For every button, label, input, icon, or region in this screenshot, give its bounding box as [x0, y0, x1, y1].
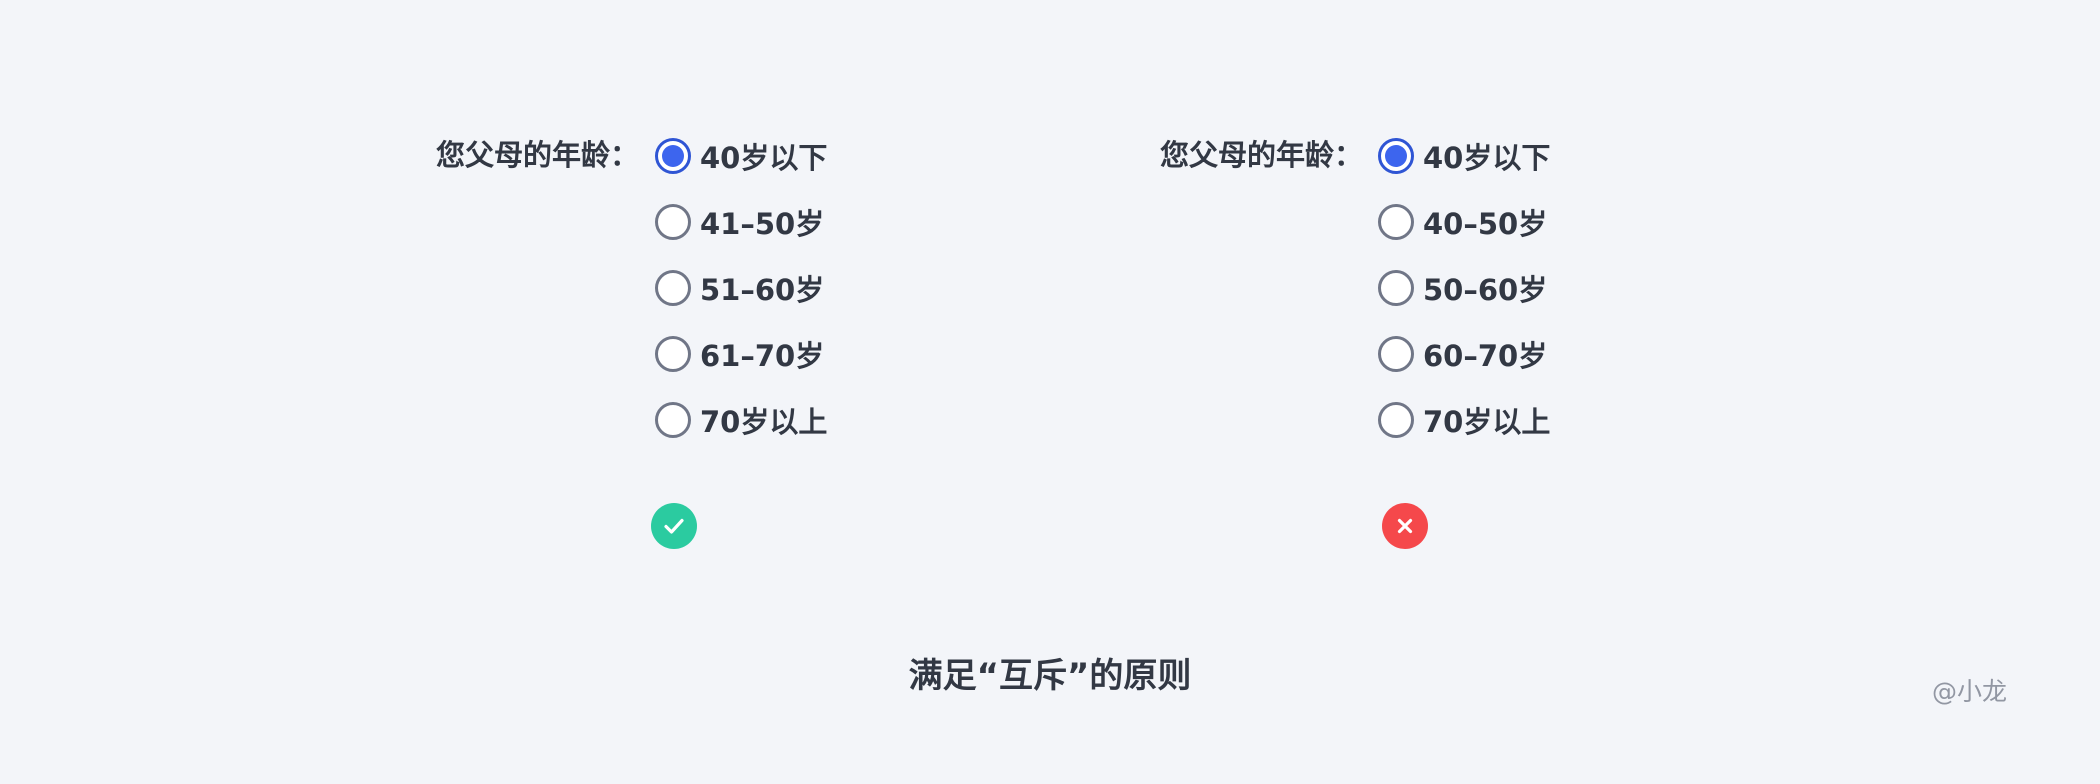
radio-button[interactable] — [655, 402, 691, 438]
radio-option-4[interactable]: 61–70岁 — [655, 334, 824, 374]
radio-option-3[interactable]: 51–60岁 — [655, 268, 824, 308]
option-label: 61–70岁 — [700, 339, 825, 373]
comparison-illustration: 您父母的年龄： 40岁以下 41–50岁 51–60岁 61–70岁 70岁以上 — [0, 0, 2100, 784]
caption-title: 满足“互斥”的原则 — [908, 656, 1192, 696]
radio-button[interactable] — [1378, 270, 1414, 306]
radio-option-2[interactable]: 41–50岁 — [655, 202, 824, 242]
radio-option-5[interactable]: 70岁以上 — [655, 400, 827, 440]
option-label: 40–50岁 — [1423, 207, 1548, 241]
radio-option-1[interactable]: 40岁以下 — [655, 136, 827, 176]
option-label: 50–60岁 — [1423, 273, 1548, 307]
close-icon — [1382, 503, 1428, 549]
check-icon — [651, 503, 697, 549]
option-label: 41–50岁 — [700, 207, 825, 241]
option-label: 60–70岁 — [1423, 339, 1548, 373]
option-label: 70岁以上 — [1423, 405, 1551, 439]
option-label: 40岁以下 — [1423, 141, 1551, 175]
radio-button[interactable] — [655, 204, 691, 240]
radio-option-5[interactable]: 70岁以上 — [1378, 400, 1550, 440]
radio-option-2[interactable]: 40–50岁 — [1378, 202, 1547, 242]
question-label: 您父母的年龄： — [1160, 138, 1364, 172]
radio-option-1[interactable]: 40岁以下 — [1378, 136, 1550, 176]
option-label: 40岁以下 — [700, 141, 828, 175]
radio-button[interactable] — [1378, 204, 1414, 240]
radio-button-selected[interactable] — [655, 138, 691, 174]
option-label: 70岁以上 — [700, 405, 828, 439]
option-label: 51–60岁 — [700, 273, 825, 307]
question-label: 您父母的年龄： — [436, 138, 640, 172]
radio-option-3[interactable]: 50–60岁 — [1378, 268, 1547, 308]
radio-button[interactable] — [1378, 402, 1414, 438]
radio-button[interactable] — [1378, 336, 1414, 372]
watermark: @小龙 — [1932, 677, 2008, 706]
radio-option-4[interactable]: 60–70岁 — [1378, 334, 1547, 374]
radio-button[interactable] — [655, 336, 691, 372]
radio-button-selected[interactable] — [1378, 138, 1414, 174]
radio-button[interactable] — [655, 270, 691, 306]
